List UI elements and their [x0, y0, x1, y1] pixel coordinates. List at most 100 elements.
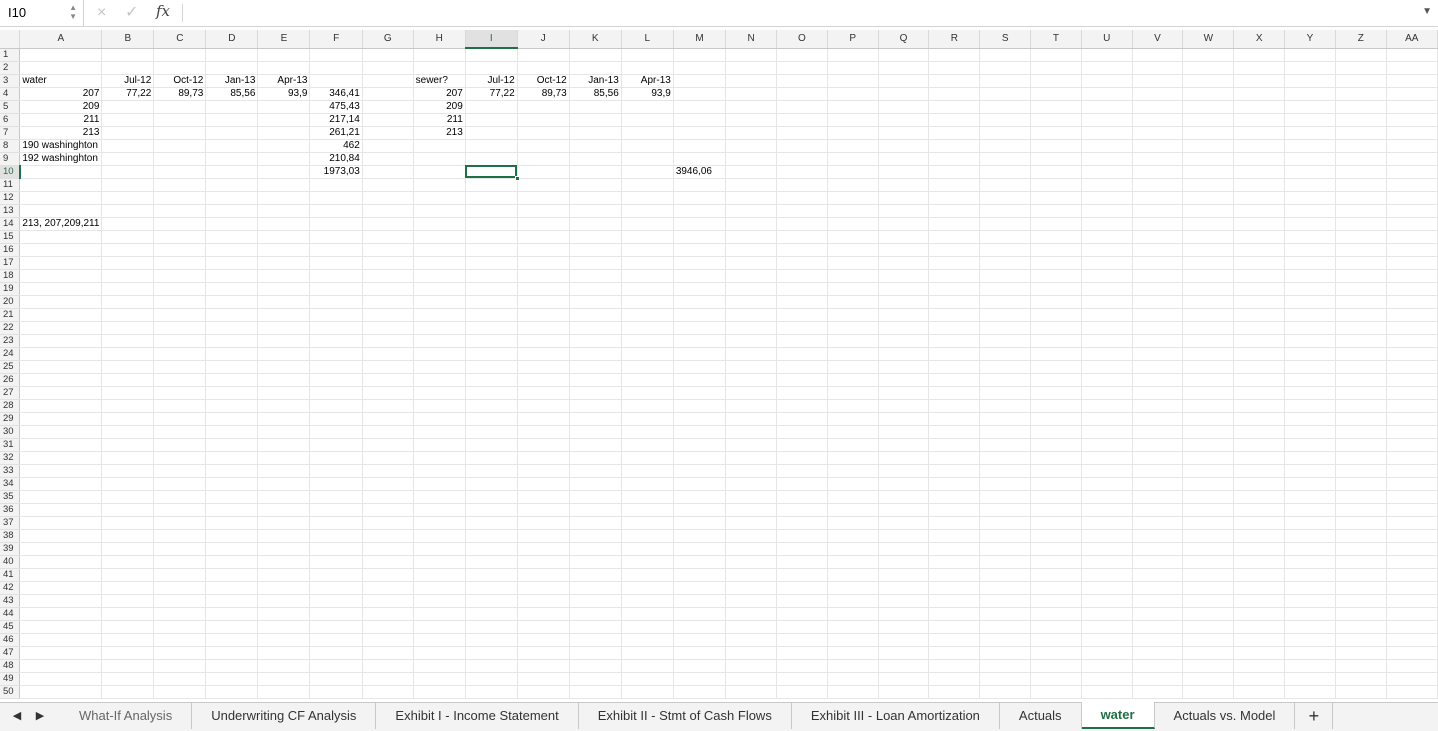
cell-k13[interactable]	[569, 204, 622, 218]
cell-u11[interactable]	[1081, 178, 1133, 192]
cell-a37[interactable]	[19, 516, 103, 530]
cell-h39[interactable]	[413, 542, 466, 556]
cell-w35[interactable]	[1182, 490, 1235, 504]
cell-s34[interactable]	[979, 477, 1032, 491]
cell-z12[interactable]	[1335, 191, 1387, 205]
cell-u13[interactable]	[1081, 204, 1133, 218]
cell-z29[interactable]	[1335, 412, 1387, 426]
cell-y28[interactable]	[1284, 399, 1336, 413]
cell-e7[interactable]	[257, 126, 311, 140]
cell-y32[interactable]	[1284, 451, 1336, 465]
cell-c26[interactable]	[153, 373, 207, 387]
cell-d33[interactable]	[205, 464, 259, 478]
cell-s38[interactable]	[979, 529, 1032, 543]
cell-u23[interactable]	[1081, 334, 1133, 348]
cell-x27[interactable]	[1233, 386, 1286, 400]
cell-i11[interactable]	[465, 178, 518, 192]
cell-o19[interactable]	[776, 282, 828, 296]
cell-q35[interactable]	[878, 490, 930, 504]
cell-b33[interactable]	[101, 464, 155, 478]
cell-n32[interactable]	[725, 451, 777, 465]
cell-c11[interactable]	[153, 178, 207, 192]
cell-t25[interactable]	[1030, 360, 1082, 374]
cell-r6[interactable]	[928, 113, 981, 127]
add-sheet-icon[interactable]: +	[1295, 703, 1334, 729]
cell-l14[interactable]	[621, 217, 674, 231]
cell-e13[interactable]	[257, 204, 311, 218]
cell-b45[interactable]	[101, 620, 155, 634]
cell-k30[interactable]	[569, 425, 622, 439]
cell-s12[interactable]	[979, 191, 1032, 205]
cell-y39[interactable]	[1284, 542, 1336, 556]
cell-m5[interactable]	[673, 100, 727, 114]
cell-l44[interactable]	[621, 607, 674, 621]
cell-v49[interactable]	[1132, 672, 1184, 686]
cell-m39[interactable]	[673, 542, 727, 556]
cell-aa47[interactable]	[1386, 646, 1438, 660]
cell-h40[interactable]	[413, 555, 466, 569]
cell-o38[interactable]	[776, 529, 828, 543]
cell-d10[interactable]	[205, 165, 259, 179]
cell-d42[interactable]	[205, 581, 259, 595]
cell-f20[interactable]	[309, 295, 363, 309]
cell-e35[interactable]	[257, 490, 311, 504]
cell-w42[interactable]	[1182, 581, 1235, 595]
cell-aa8[interactable]	[1386, 139, 1438, 153]
cell-h48[interactable]	[413, 659, 466, 673]
next-sheet-icon[interactable]: ▶	[33, 709, 47, 722]
cell-j33[interactable]	[517, 464, 570, 478]
cell-j8[interactable]	[517, 139, 570, 153]
cell-z20[interactable]	[1335, 295, 1387, 309]
cell-r11[interactable]	[928, 178, 981, 192]
cell-x26[interactable]	[1233, 373, 1286, 387]
cell-s27[interactable]	[979, 386, 1032, 400]
cell-aa33[interactable]	[1386, 464, 1438, 478]
cell-u37[interactable]	[1081, 516, 1133, 530]
cell-u47[interactable]	[1081, 646, 1133, 660]
cell-l11[interactable]	[621, 178, 674, 192]
cell-s21[interactable]	[979, 308, 1032, 322]
cell-m33[interactable]	[673, 464, 727, 478]
cell-x42[interactable]	[1233, 581, 1286, 595]
cell-e11[interactable]	[257, 178, 311, 192]
cell-q30[interactable]	[878, 425, 930, 439]
cell-q41[interactable]	[878, 568, 930, 582]
cell-f19[interactable]	[309, 282, 363, 296]
cell-r12[interactable]	[928, 191, 981, 205]
row-header-23[interactable]: 23	[0, 334, 21, 348]
cell-f1[interactable]	[309, 48, 363, 62]
cell-q1[interactable]	[878, 48, 930, 62]
cell-t12[interactable]	[1030, 191, 1082, 205]
cell-f32[interactable]	[309, 451, 363, 465]
cell-q17[interactable]	[878, 256, 930, 270]
cell-l18[interactable]	[621, 269, 674, 283]
cell-i19[interactable]	[465, 282, 518, 296]
cell-r40[interactable]	[928, 555, 981, 569]
cell-x34[interactable]	[1233, 477, 1286, 491]
cell-o44[interactable]	[776, 607, 828, 621]
cell-k29[interactable]	[569, 412, 622, 426]
cell-t34[interactable]	[1030, 477, 1082, 491]
cell-k43[interactable]	[569, 594, 622, 608]
cell-v37[interactable]	[1132, 516, 1184, 530]
cell-s29[interactable]	[979, 412, 1032, 426]
cell-a36[interactable]	[19, 503, 103, 517]
cell-u31[interactable]	[1081, 438, 1133, 452]
cell-j38[interactable]	[517, 529, 570, 543]
cell-i49[interactable]	[465, 672, 518, 686]
cell-h21[interactable]	[413, 308, 466, 322]
cell-f6[interactable]: 217,14	[309, 113, 363, 127]
cell-w50[interactable]	[1182, 685, 1235, 699]
cell-m3[interactable]	[673, 74, 727, 88]
previous-sheet-icon[interactable]: ◀	[10, 709, 24, 722]
cell-x11[interactable]	[1233, 178, 1286, 192]
cell-l2[interactable]	[621, 61, 674, 75]
cell-l3[interactable]: Apr-13	[621, 74, 674, 88]
cell-f14[interactable]	[309, 217, 363, 231]
cell-q50[interactable]	[878, 685, 930, 699]
cell-d35[interactable]	[205, 490, 259, 504]
cell-i39[interactable]	[465, 542, 518, 556]
cell-z48[interactable]	[1335, 659, 1387, 673]
cell-l9[interactable]	[621, 152, 674, 166]
cell-aa7[interactable]	[1386, 126, 1438, 140]
